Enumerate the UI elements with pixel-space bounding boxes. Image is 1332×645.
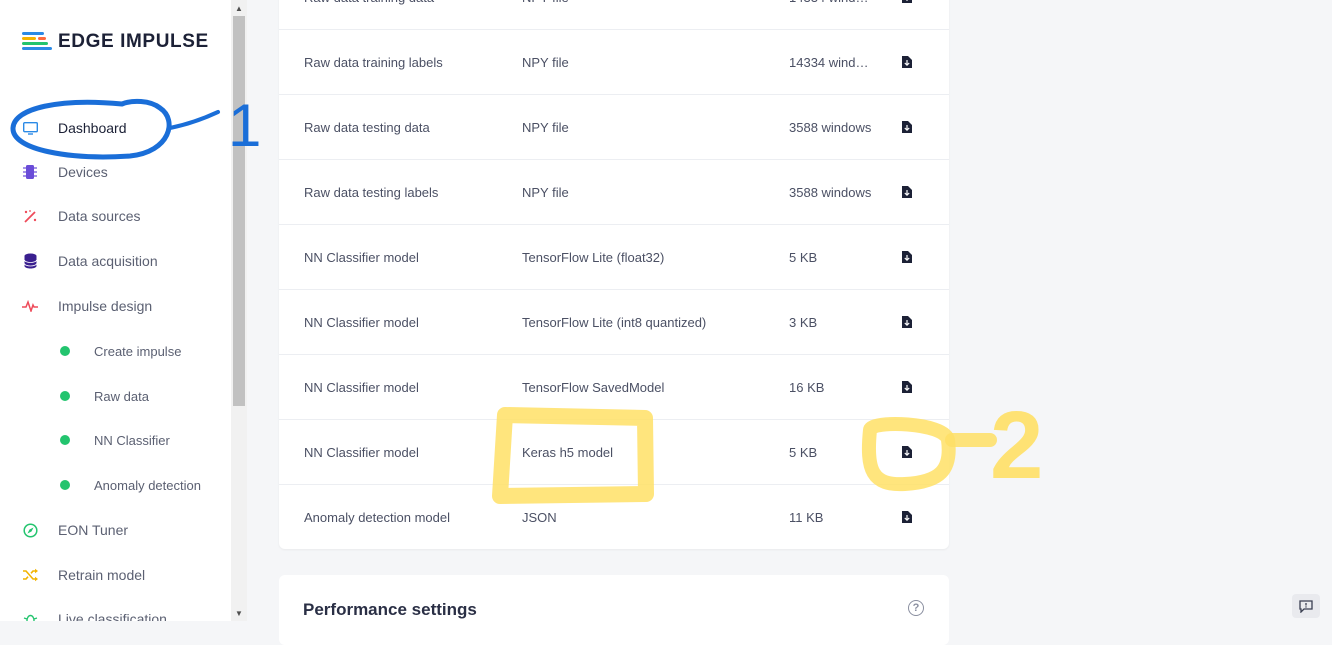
download-icon[interactable] (901, 250, 913, 264)
chip-icon (22, 164, 38, 180)
artifact-type: NPY file (522, 185, 569, 200)
status-dot-icon (60, 391, 70, 401)
sidebar-item-devices[interactable]: Devices (0, 157, 231, 187)
artifact-name: NN Classifier model (304, 315, 419, 330)
download-icon[interactable] (901, 380, 913, 394)
sidebar-item-retrain-model[interactable]: Retrain model (0, 560, 231, 590)
artifact-type: NPY file (522, 120, 569, 135)
sidebar-item-label: Retrain model (58, 567, 146, 583)
sidebar-subitem-label: Anomaly detection (94, 477, 201, 493)
download-icon[interactable] (901, 120, 913, 134)
table-row: NN Classifier model Keras h5 model 5 KB (279, 419, 949, 485)
sidebar-item-data-sources[interactable]: Data sources (0, 201, 231, 231)
artifact-type: NPY file (522, 55, 569, 70)
artifact-size: 3 KB (789, 315, 818, 330)
sidebar-item-label: EON Tuner (58, 522, 129, 538)
artifact-name: Anomaly detection model (304, 510, 450, 525)
download-icon[interactable] (901, 185, 913, 199)
sidebar-scrollbar[interactable]: ▲ ▼ (231, 0, 247, 621)
artifact-name: Raw data testing data (304, 120, 430, 135)
sidebar-subitem-label: NN Classifier (94, 432, 170, 448)
sidebar-subitem-anomaly-detection[interactable]: Anomaly detection (0, 471, 231, 499)
edge-impulse-logo-icon (22, 32, 52, 52)
sidebar-subitem-raw-data[interactable]: Raw data (0, 382, 231, 410)
sidebar-subitem-label: Create impulse (94, 343, 182, 359)
scroll-down-arrow-icon[interactable]: ▼ (231, 607, 247, 621)
downloads-card: Raw data training data NPY file 14334 wi… (279, 0, 949, 549)
status-dot-icon (60, 480, 70, 490)
table-row: NN Classifier model TensorFlow Lite (flo… (279, 224, 949, 290)
artifact-size: 3588 windows (789, 185, 872, 200)
table-row: NN Classifier model TensorFlow Lite (int… (279, 289, 949, 355)
status-dot-icon (60, 346, 70, 356)
download-icon[interactable] (901, 315, 913, 329)
sidebar-item-impulse-design[interactable]: Impulse design (0, 291, 231, 321)
artifact-name: Raw data training labels (304, 55, 443, 70)
brand-logo[interactable]: EDGE IMPULSE (22, 31, 209, 53)
help-icon[interactable]: ? (908, 600, 924, 616)
download-icon[interactable] (901, 55, 913, 69)
artifact-type: TensorFlow Lite (float32) (522, 250, 665, 265)
artifact-name: Raw data testing labels (304, 185, 439, 200)
sidebar-item-label: Dashboard (58, 120, 127, 136)
annotation-label-2: 2 (990, 392, 1043, 499)
table-row: Raw data testing data NPY file 3588 wind… (279, 94, 949, 160)
wand-icon (22, 208, 38, 224)
artifact-type: Keras h5 model (522, 445, 614, 460)
sidebar-item-eon-tuner[interactable]: EON Tuner (0, 515, 231, 545)
artifact-type: TensorFlow SavedModel (522, 380, 665, 395)
brand-name: EDGE IMPULSE (58, 31, 209, 52)
shuffle-icon (22, 567, 38, 583)
sidebar-subitem-nn-classifier[interactable]: NN Classifier (0, 426, 231, 454)
table-row: NN Classifier model TensorFlow SavedMode… (279, 354, 949, 420)
artifact-size: 5 KB (789, 250, 818, 265)
compass-icon (22, 522, 38, 538)
table-row: Raw data training labels NPY file 14334 … (279, 29, 949, 95)
sidebar-item-label: Live classification (58, 611, 167, 621)
performance-settings-card: Performance settings ? (279, 575, 949, 645)
artifact-size: 5 KB (789, 445, 818, 460)
artifact-type: TensorFlow Lite (int8 quantized) (522, 315, 707, 330)
pulse-icon (22, 298, 38, 314)
table-row: Raw data training data NPY file 14334 wi… (279, 0, 949, 30)
artifact-type: NPY file (522, 0, 569, 30)
download-icon[interactable] (901, 445, 913, 459)
monitor-icon (22, 120, 38, 136)
download-icon[interactable] (901, 0, 913, 4)
artifact-size: 11 KB (789, 510, 824, 525)
table-row: Anomaly detection model JSON 11 KB (279, 484, 949, 550)
sidebar-item-dashboard[interactable]: Dashboard (0, 113, 231, 143)
database-icon (22, 253, 38, 269)
download-icon[interactable] (901, 510, 913, 524)
artifact-name: NN Classifier model (304, 250, 419, 265)
artifact-size: 14334 windows (789, 55, 875, 70)
status-dot-icon (60, 435, 70, 445)
artifact-name: NN Classifier model (304, 380, 419, 395)
chat-icon (1299, 599, 1313, 613)
scroll-up-arrow-icon[interactable]: ▲ (231, 2, 247, 16)
scroll-thumb[interactable] (233, 16, 245, 406)
sidebar-item-label: Impulse design (58, 298, 153, 314)
sidebar-item-live-classification[interactable]: Live classification (0, 604, 231, 621)
artifact-name: NN Classifier model (304, 445, 419, 460)
sidebar-item-label: Data acquisition (58, 253, 158, 269)
sidebar-item-label: Data sources (58, 208, 141, 224)
sidebar: EDGE IMPULSE Dashboard Devices Data sour… (0, 0, 231, 621)
bug-icon (22, 611, 38, 621)
section-title: Performance settings (303, 600, 477, 619)
artifact-size: 3588 windows (789, 120, 872, 135)
sidebar-subitem-create-impulse[interactable]: Create impulse (0, 337, 231, 365)
sidebar-item-label: Devices (58, 164, 108, 180)
artifact-type: JSON (522, 510, 557, 525)
sidebar-item-data-acquisition[interactable]: Data acquisition (0, 246, 231, 276)
table-row: Raw data testing labels NPY file 3588 wi… (279, 159, 949, 225)
feedback-button[interactable] (1292, 594, 1320, 618)
artifact-size: 14334 windows (789, 0, 875, 30)
artifact-size: 16 KB (789, 380, 825, 395)
sidebar-subitem-label: Raw data (94, 388, 149, 404)
artifact-name: Raw data training data (304, 0, 434, 30)
